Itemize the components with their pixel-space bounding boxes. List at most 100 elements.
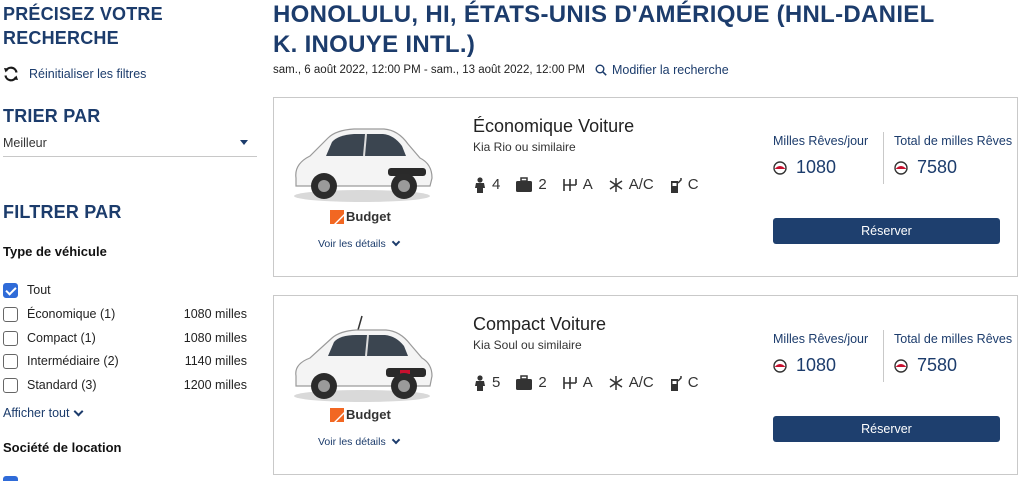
ac-label: A/C bbox=[628, 374, 654, 391]
refine-title: PRÉCISEZ VOTRE RECHERCHE bbox=[3, 2, 163, 50]
show-all-label: Afficher tout bbox=[3, 406, 70, 420]
per-day-miles-value: 1080 bbox=[796, 157, 837, 177]
view-details-link[interactable]: Voir les détails bbox=[318, 435, 400, 448]
ac-label: A/C bbox=[628, 176, 654, 193]
filter-option-miles: 1080 milles bbox=[183, 307, 247, 321]
passengers-count: 5 bbox=[492, 374, 501, 391]
gear-shift-icon bbox=[562, 376, 577, 389]
sort-selected-value: Meilleur bbox=[3, 135, 47, 150]
filter-title: FILTRER PAR bbox=[3, 202, 122, 222]
view-details-label: Voir les détails bbox=[318, 436, 386, 448]
total-miles-value: 7580 bbox=[917, 157, 958, 177]
page-title: HONOLULU, HI, ÉTATS-UNIS D'AMÉRIQUE (HNL… bbox=[273, 0, 1018, 60]
car-photo bbox=[294, 315, 433, 402]
filter-option-label: Économique (1) bbox=[27, 307, 116, 321]
gear-shift-icon bbox=[562, 178, 577, 191]
car-result-card: Budget Voir les détails Économique Voitu… bbox=[273, 97, 1018, 277]
filter-option-miles: 1140 milles bbox=[184, 354, 247, 368]
reset-filters-label: Réinitialiser les filtres bbox=[29, 67, 147, 81]
transmission-spec: A bbox=[562, 176, 593, 193]
car-category: Économique Voiture bbox=[473, 116, 635, 136]
dream-miles-icon bbox=[773, 160, 787, 175]
reserve-button[interactable]: Réserver bbox=[773, 218, 1000, 244]
bags-count: 2 bbox=[538, 374, 547, 391]
car-model: Kia Rio ou similaire bbox=[473, 140, 576, 154]
passengers-spec: 4 bbox=[473, 176, 500, 193]
checkbox[interactable] bbox=[3, 377, 18, 393]
rental-company-heading: Société de location bbox=[3, 440, 122, 455]
filter-option-label: Intermédiaire (2) bbox=[27, 354, 119, 368]
dream-miles-icon bbox=[894, 160, 908, 175]
show-all-link[interactable]: Afficher tout bbox=[3, 406, 84, 420]
per-day-miles: 1080 bbox=[773, 355, 836, 376]
chevron-down-icon bbox=[391, 435, 400, 445]
checkbox-checked[interactable] bbox=[3, 282, 18, 298]
reserve-button[interactable]: Réserver bbox=[773, 416, 1000, 442]
per-day-miles: 1080 bbox=[773, 157, 836, 178]
transmission-spec: A bbox=[562, 374, 593, 391]
total-miles: 7580 bbox=[894, 355, 957, 376]
filters-sidebar: PRÉCISEZ VOTRE RECHERCHE Réinitialiser l… bbox=[0, 0, 258, 481]
filter-option-label: Compact (1) bbox=[27, 331, 96, 345]
divider bbox=[883, 330, 884, 382]
divider bbox=[883, 132, 884, 184]
suitcase-icon bbox=[516, 374, 533, 390]
suitcase-icon bbox=[516, 176, 533, 192]
page-title-line1: HONOLULU, HI, ÉTATS-UNIS D'AMÉRIQUE (HNL… bbox=[273, 1, 935, 28]
person-icon bbox=[475, 374, 485, 391]
car-photo bbox=[294, 128, 433, 202]
filter-option-all[interactable]: Tout bbox=[3, 281, 247, 299]
car-model: Kia Soul ou similaire bbox=[473, 338, 582, 352]
checkbox[interactable] bbox=[3, 353, 18, 369]
view-details-link[interactable]: Voir les détails bbox=[318, 237, 400, 250]
filter-option-label: Standard (3) bbox=[27, 378, 97, 392]
bags-spec: 2 bbox=[515, 374, 547, 391]
bags-count: 2 bbox=[538, 176, 547, 193]
checkbox[interactable] bbox=[3, 306, 18, 322]
per-day-miles-label: Milles Rêves/jour bbox=[773, 134, 869, 148]
reset-filters-link[interactable]: Réinitialiser les filtres bbox=[3, 66, 146, 82]
page-title-line2: K. INOUYE INTL.) bbox=[273, 31, 476, 58]
sort-title: TRIER PAR bbox=[3, 106, 101, 126]
transmission-type: A bbox=[582, 374, 593, 391]
person-icon bbox=[475, 176, 485, 193]
brand-name: Budget bbox=[346, 407, 391, 422]
filter-option-intermediate[interactable]: Intermédiaire (2) 1140 milles bbox=[3, 352, 247, 370]
filter-option-miles: 1080 milles bbox=[183, 331, 247, 345]
passengers-count: 4 bbox=[492, 176, 501, 193]
passengers-spec: 5 bbox=[473, 374, 500, 391]
vehicle-type-heading: Type de véhicule bbox=[3, 244, 107, 259]
brand-name: Budget bbox=[346, 209, 391, 224]
total-miles: 7580 bbox=[894, 157, 957, 178]
car-category: Compact Voiture bbox=[473, 314, 607, 334]
budget-logo-mark-icon bbox=[330, 209, 344, 224]
fuel-label: C bbox=[687, 176, 699, 193]
fuel-label: C bbox=[687, 374, 699, 391]
filter-option-label: Tout bbox=[27, 283, 51, 297]
ac-spec: A/C bbox=[608, 374, 654, 391]
refine-title-line2: RECHERCHE bbox=[3, 28, 119, 48]
fuel-pump-icon bbox=[670, 177, 682, 193]
snowflake-icon bbox=[609, 177, 623, 192]
chevron-down-icon bbox=[391, 237, 400, 247]
budget-logo: Budget bbox=[330, 209, 391, 224]
total-miles-label: Total de milles Rêves bbox=[894, 332, 1013, 346]
modify-search-link[interactable]: Modifier la recherche bbox=[612, 63, 729, 77]
checkbox-checked[interactable] bbox=[3, 476, 18, 481]
fuel-spec: C bbox=[669, 176, 699, 193]
transmission-type: A bbox=[582, 176, 593, 193]
sort-select[interactable]: Meilleur bbox=[3, 133, 257, 157]
per-day-miles-value: 1080 bbox=[796, 355, 837, 375]
filter-option-standard[interactable]: Standard (3) 1200 milles bbox=[3, 376, 247, 394]
filter-option-compact[interactable]: Compact (1) 1080 milles bbox=[3, 329, 247, 347]
per-day-miles-label: Milles Rêves/jour bbox=[773, 332, 869, 346]
refresh-icon bbox=[4, 66, 18, 82]
chevron-down-icon bbox=[74, 406, 84, 416]
fuel-pump-icon bbox=[670, 375, 682, 391]
checkbox[interactable] bbox=[3, 330, 18, 346]
search-icon[interactable] bbox=[595, 64, 607, 76]
bags-spec: 2 bbox=[515, 176, 547, 193]
budget-logo: Budget bbox=[330, 407, 391, 422]
snowflake-icon bbox=[609, 375, 623, 390]
filter-option-economy[interactable]: Économique (1) 1080 milles bbox=[3, 305, 247, 323]
